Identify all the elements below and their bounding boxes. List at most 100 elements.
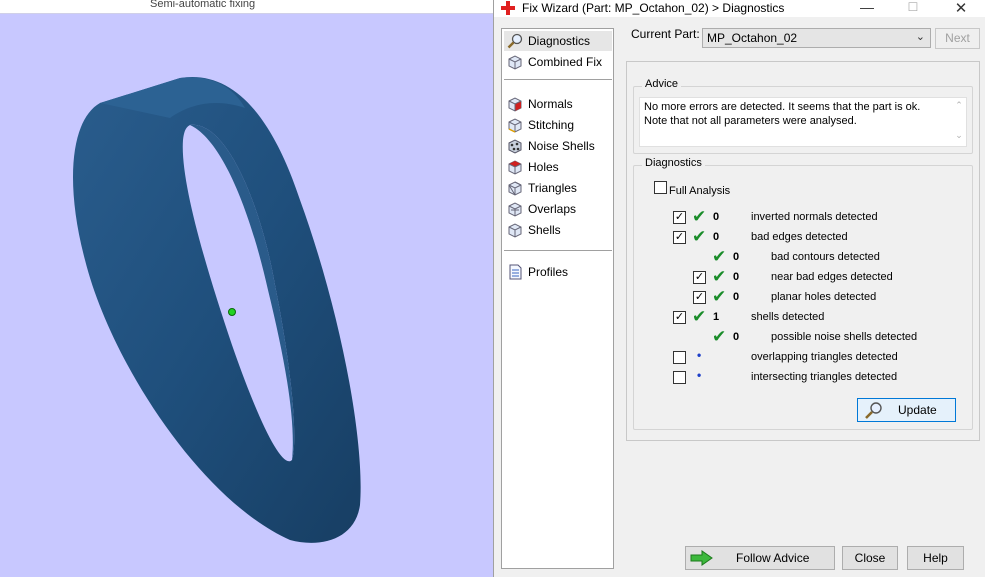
update-label: Update bbox=[898, 403, 937, 417]
diagnostic-row: ✓ ✔ 0 inverted normals detected bbox=[634, 207, 964, 228]
sidebar-item-label: Normals bbox=[528, 97, 573, 111]
row-count: 0 bbox=[733, 271, 740, 283]
diagnostic-row: ✓ ✔ 0 bad edges detected bbox=[634, 227, 964, 248]
pending-dot-icon: • bbox=[697, 348, 702, 362]
document-icon bbox=[509, 264, 522, 280]
green-check-icon: ✔ bbox=[692, 207, 707, 226]
overlaps-cube-icon bbox=[508, 202, 522, 217]
sidebar-item-label: Triangles bbox=[528, 181, 577, 195]
magnifier-icon bbox=[865, 402, 882, 419]
green-check-icon: ✔ bbox=[692, 227, 707, 246]
close-window-button[interactable]: ✕ bbox=[938, 0, 984, 17]
row-label: planar holes detected bbox=[771, 291, 877, 303]
sidebar-item-triangles[interactable]: Triangles bbox=[504, 178, 612, 198]
diagnostics-panel: Advice No more errors are detected. It s… bbox=[626, 61, 980, 441]
diagnostic-row: • overlapping triangles detected bbox=[634, 348, 964, 368]
row-label: inverted normals detected bbox=[751, 211, 878, 223]
scroll-up-icon[interactable]: ⌃ bbox=[952, 98, 966, 112]
sidebar-item-label: Combined Fix bbox=[528, 55, 603, 69]
sidebar-item-profiles[interactable]: Profiles bbox=[504, 262, 612, 282]
next-button[interactable]: Next bbox=[935, 28, 980, 49]
sidebar-item-label: Shells bbox=[528, 223, 561, 237]
row-checkbox[interactable]: ✓ bbox=[673, 211, 686, 224]
advice-group: Advice No more errors are detected. It s… bbox=[633, 78, 973, 154]
diagnostics-group: Diagnostics Full Analysis ✓ ✔ 0 inverted… bbox=[633, 157, 973, 430]
magnifier-icon bbox=[507, 33, 523, 49]
follow-advice-label: Follow Advice bbox=[736, 551, 810, 565]
holes-cube-icon bbox=[508, 160, 522, 175]
diagnostic-row: ✔ 0 bad contours detected bbox=[634, 247, 964, 268]
row-count: 0 bbox=[733, 331, 740, 343]
advice-scrollbar[interactable]: ⌃ ⌄ bbox=[952, 98, 966, 146]
row-checkbox[interactable]: ✓ bbox=[693, 271, 706, 284]
sidebar-item-label: Diagnostics bbox=[528, 34, 591, 48]
sidebar-item-label: Profiles bbox=[528, 265, 569, 279]
row-label: bad edges detected bbox=[751, 231, 848, 243]
noise-shells-icon bbox=[508, 139, 522, 154]
help-button[interactable]: Help bbox=[907, 546, 964, 570]
full-analysis-label: Full Analysis bbox=[669, 185, 731, 197]
diagnostic-row: ✓ ✔ 0 planar holes detected bbox=[634, 287, 964, 308]
sidebar-item-overlaps[interactable]: Overlaps bbox=[504, 199, 612, 219]
close-button[interactable]: Close bbox=[842, 546, 898, 570]
row-label: near bad edges detected bbox=[771, 271, 893, 283]
row-checkbox[interactable] bbox=[673, 371, 686, 384]
row-count: 0 bbox=[733, 251, 740, 263]
diagnostic-row: ✓ ✔ 0 near bad edges detected bbox=[634, 267, 964, 288]
row-checkbox[interactable]: ✓ bbox=[673, 231, 686, 244]
window-title: Fix Wizard (Part: MP_Octahon_02) > Diagn… bbox=[522, 1, 785, 15]
triangles-cube-icon bbox=[508, 181, 522, 196]
wizard-sidebar: Diagnostics Combined Fix Normals Stitchi… bbox=[501, 28, 614, 569]
row-label: bad contours detected bbox=[771, 251, 880, 263]
update-button[interactable]: Update bbox=[857, 398, 956, 422]
sidebar-item-label: Stitching bbox=[528, 118, 575, 132]
row-count: 0 bbox=[733, 291, 740, 303]
red-cross-icon bbox=[501, 1, 515, 15]
sidebar-divider bbox=[504, 250, 612, 251]
title-bar[interactable]: Fix Wizard (Part: MP_Octahon_02) > Diagn… bbox=[494, 0, 985, 17]
normals-cube-icon bbox=[508, 97, 522, 112]
maximize-button[interactable]: ☐ bbox=[890, 0, 936, 14]
row-label: overlapping triangles detected bbox=[751, 351, 898, 363]
advice-text-box[interactable]: No more errors are detected. It seems th… bbox=[639, 97, 967, 147]
current-part-select[interactable]: MP_Octahon_02 ⌄ bbox=[702, 28, 931, 48]
diagnostic-row: ✔ 0 possible noise shells detected bbox=[634, 327, 964, 348]
arrow-right-icon bbox=[690, 550, 713, 566]
full-analysis-checkbox[interactable] bbox=[654, 181, 667, 194]
sidebar-item-holes[interactable]: Holes bbox=[504, 157, 612, 177]
advice-text-line2: Note that not all parameters were analys… bbox=[644, 115, 857, 127]
stitching-cube-icon bbox=[508, 118, 522, 133]
row-count: 0 bbox=[713, 211, 720, 223]
follow-advice-button[interactable]: Follow Advice bbox=[685, 546, 835, 570]
sidebar-item-shells[interactable]: Shells bbox=[504, 220, 612, 240]
sidebar-item-diagnostics[interactable]: Diagnostics bbox=[504, 31, 612, 51]
row-label: possible noise shells detected bbox=[771, 331, 918, 343]
green-check-icon: ✔ bbox=[712, 247, 727, 266]
row-checkbox[interactable] bbox=[673, 351, 686, 364]
sidebar-item-stitching[interactable]: Stitching bbox=[504, 115, 612, 135]
green-check-icon: ✔ bbox=[712, 327, 727, 346]
scroll-down-icon[interactable]: ⌄ bbox=[952, 128, 966, 142]
advice-text-line1: No more errors are detected. It seems th… bbox=[644, 101, 921, 113]
current-part-value: MP_Octahon_02 bbox=[707, 31, 798, 45]
sidebar-item-noise-shells[interactable]: Noise Shells bbox=[504, 136, 612, 156]
minimize-button[interactable]: — bbox=[844, 0, 890, 15]
sidebar-item-combined-fix[interactable]: Combined Fix bbox=[504, 52, 612, 72]
row-checkbox[interactable]: ✓ bbox=[693, 291, 706, 304]
pivot-point[interactable] bbox=[228, 308, 236, 316]
sidebar-divider bbox=[504, 79, 612, 80]
row-count: 0 bbox=[713, 231, 720, 243]
fix-wizard-dialog: Fix Wizard (Part: MP_Octahon_02) > Diagn… bbox=[493, 0, 985, 577]
shells-cube-icon bbox=[508, 223, 522, 238]
sidebar-item-normals[interactable]: Normals bbox=[504, 94, 612, 114]
green-check-icon: ✔ bbox=[712, 287, 727, 306]
sidebar-item-label: Overlaps bbox=[528, 202, 577, 216]
3d-viewport[interactable]: Semi-automatic fixing bbox=[0, 0, 493, 577]
cube-icon bbox=[508, 55, 522, 70]
ring-model[interactable] bbox=[0, 0, 493, 577]
diagnostic-row: • intersecting triangles detected bbox=[634, 368, 964, 388]
sidebar-item-label: Holes bbox=[528, 160, 559, 174]
row-count: 1 bbox=[713, 311, 720, 323]
diagnostics-title: Diagnostics bbox=[642, 157, 705, 169]
row-checkbox[interactable]: ✓ bbox=[673, 311, 686, 324]
